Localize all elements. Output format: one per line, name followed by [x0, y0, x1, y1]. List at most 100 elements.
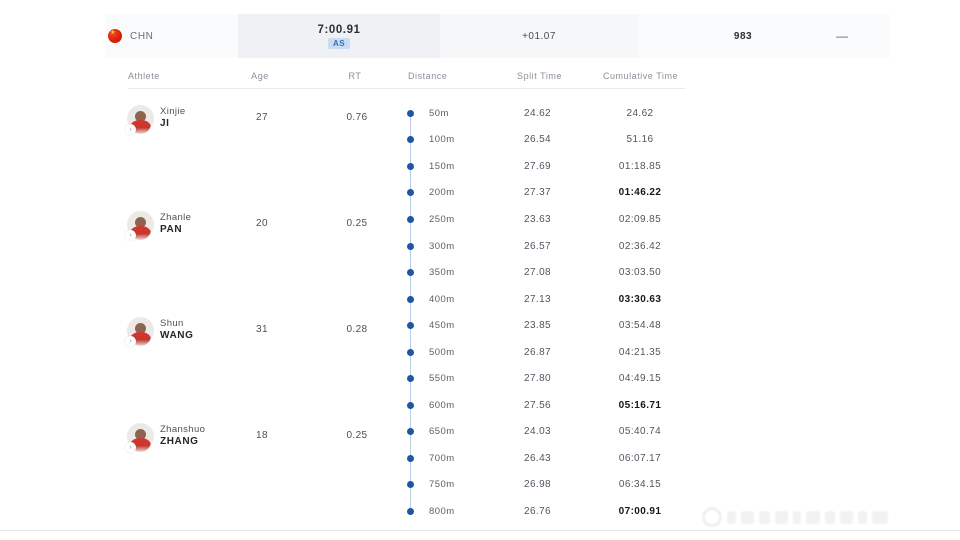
split-row: 400m 27.13 03:30.63 [402, 286, 722, 313]
athlete-name: Shun WANG [160, 318, 194, 342]
split-time: 27.56 [523, 399, 552, 411]
athlete-last-name: ZHANG [160, 435, 199, 447]
split-row: 700m 26.43 06:07.17 [402, 445, 722, 472]
split-time: 24.03 [523, 426, 552, 438]
arrow-icon: › [125, 336, 136, 347]
avatar[interactable]: › [125, 211, 154, 241]
split-row: 150m 27.69 01:18.85 [402, 153, 722, 180]
dot-icon [407, 136, 414, 144]
points-value: 983 [733, 30, 753, 42]
split-time: 27.69 [523, 160, 552, 172]
bottom-divider [0, 530, 960, 531]
split-distance: 800m [429, 505, 455, 517]
arrow-icon: › [125, 230, 136, 241]
split-time: 23.85 [523, 320, 552, 332]
split-distance: 350m [429, 267, 455, 279]
athlete-row: › Zhanle PAN 20 0.25 [125, 209, 407, 247]
split-row: 250m 23.63 02:09.85 [402, 206, 722, 233]
column-header-cumulative-time: Cumulative Time [602, 71, 679, 81]
split-time: 27.80 [523, 373, 552, 385]
athlete-reaction-time: 0.28 [346, 324, 368, 335]
points-cell: 983 — [638, 14, 890, 58]
dot-icon [407, 348, 414, 356]
column-header-distance: Distance [408, 71, 448, 81]
header-divider [128, 88, 685, 89]
avatar[interactable]: › [125, 105, 154, 135]
watermark-logo-icon [702, 507, 722, 527]
dot-icon [407, 507, 414, 515]
split-row: 750m 26.98 06:34.15 [402, 472, 722, 499]
athlete-last-name: WANG [160, 329, 194, 341]
split-time: 27.13 [523, 293, 552, 305]
split-row: 550m 27.80 04:49.15 [402, 365, 722, 392]
china-flag-icon [108, 29, 122, 43]
split-row: 350m 27.08 03:03.50 [402, 259, 722, 286]
cumulative-time: 03:03.50 [618, 267, 662, 279]
cumulative-time: 03:54.48 [618, 320, 662, 332]
cumulative-time-leg-final: 07:00.91 [618, 505, 662, 517]
split-time: 27.08 [523, 267, 552, 279]
split-time: 27.37 [523, 187, 552, 199]
team-cell: CHN [105, 14, 238, 58]
final-time: 7:00.91 [317, 23, 361, 36]
split-distance: 300m [429, 240, 455, 252]
split-row: 650m 24.03 05:40.74 [402, 419, 722, 446]
cumulative-time: 02:36.42 [618, 240, 662, 252]
athlete-age: 20 [256, 218, 268, 229]
cumulative-time: 04:49.15 [618, 373, 662, 385]
dot-icon [407, 481, 414, 489]
final-time-cell: 7:00.91 AS [238, 14, 440, 58]
column-header-age: Age [251, 71, 269, 81]
split-time: 26.76 [523, 505, 552, 517]
athlete-age: 18 [256, 430, 268, 441]
cumulative-time-leg-final: 05:16.71 [618, 399, 662, 411]
athlete-last-name: JI [160, 117, 170, 129]
dot-icon [407, 322, 414, 330]
cumulative-time: 01:18.85 [618, 160, 662, 172]
split-time: 26.43 [523, 452, 552, 464]
split-row: 800m 26.76 07:00.91 [402, 498, 722, 525]
splits-timeline: 50m 24.62 24.62 100m 26.54 51.16 150m 27… [402, 100, 722, 525]
split-row: 50m 24.62 24.62 [402, 100, 722, 127]
athlete-reaction-time: 0.25 [346, 218, 368, 229]
split-distance: 50m [429, 107, 449, 119]
cumulative-time-leg-final: 03:30.63 [618, 293, 662, 305]
cumulative-time-leg-final: 01:46.22 [618, 187, 662, 199]
dot-icon [407, 375, 414, 383]
athlete-reaction-time: 0.25 [346, 430, 368, 441]
split-distance: 150m [429, 160, 455, 172]
cumulative-time: 06:07.17 [618, 452, 662, 464]
arrow-icon: › [125, 442, 136, 453]
cumulative-time: 51.16 [626, 134, 654, 146]
athlete-row: › Zhanshuo ZHANG 18 0.25 [125, 421, 407, 459]
athlete-row: › Shun WANG 31 0.28 [125, 315, 407, 353]
split-distance: 550m [429, 373, 455, 385]
dot-icon [407, 295, 414, 303]
split-time: 24.62 [523, 107, 552, 119]
dot-icon [407, 269, 414, 277]
split-distance: 500m [429, 346, 455, 358]
split-distance: 400m [429, 293, 455, 305]
athlete-first-name: Zhanle [160, 212, 192, 223]
athlete-name: Xinjie JI [160, 106, 186, 130]
column-header-split-time: Split Time [517, 71, 562, 81]
dot-icon [407, 401, 414, 409]
athlete-first-name: Xinjie [160, 106, 186, 117]
split-distance: 100m [429, 134, 455, 146]
athlete-name: Zhanshuo ZHANG [160, 424, 205, 448]
athlete-last-name: PAN [160, 223, 183, 235]
collapse-button[interactable]: — [830, 24, 854, 48]
split-distance: 650m [429, 426, 455, 438]
avatar[interactable]: › [125, 423, 154, 453]
split-row: 450m 23.85 03:54.48 [402, 312, 722, 339]
column-header-rt: RT [348, 71, 362, 81]
avatar[interactable]: › [125, 317, 154, 347]
arrow-icon: › [125, 124, 136, 135]
watermark [702, 504, 942, 530]
record-badge: AS [328, 37, 350, 49]
split-row: 200m 27.37 01:46.22 [402, 180, 722, 207]
cumulative-time: 06:34.15 [618, 479, 662, 491]
athlete-age: 31 [256, 324, 268, 335]
split-row: 500m 26.87 04:21.35 [402, 339, 722, 366]
split-distance: 200m [429, 187, 455, 199]
